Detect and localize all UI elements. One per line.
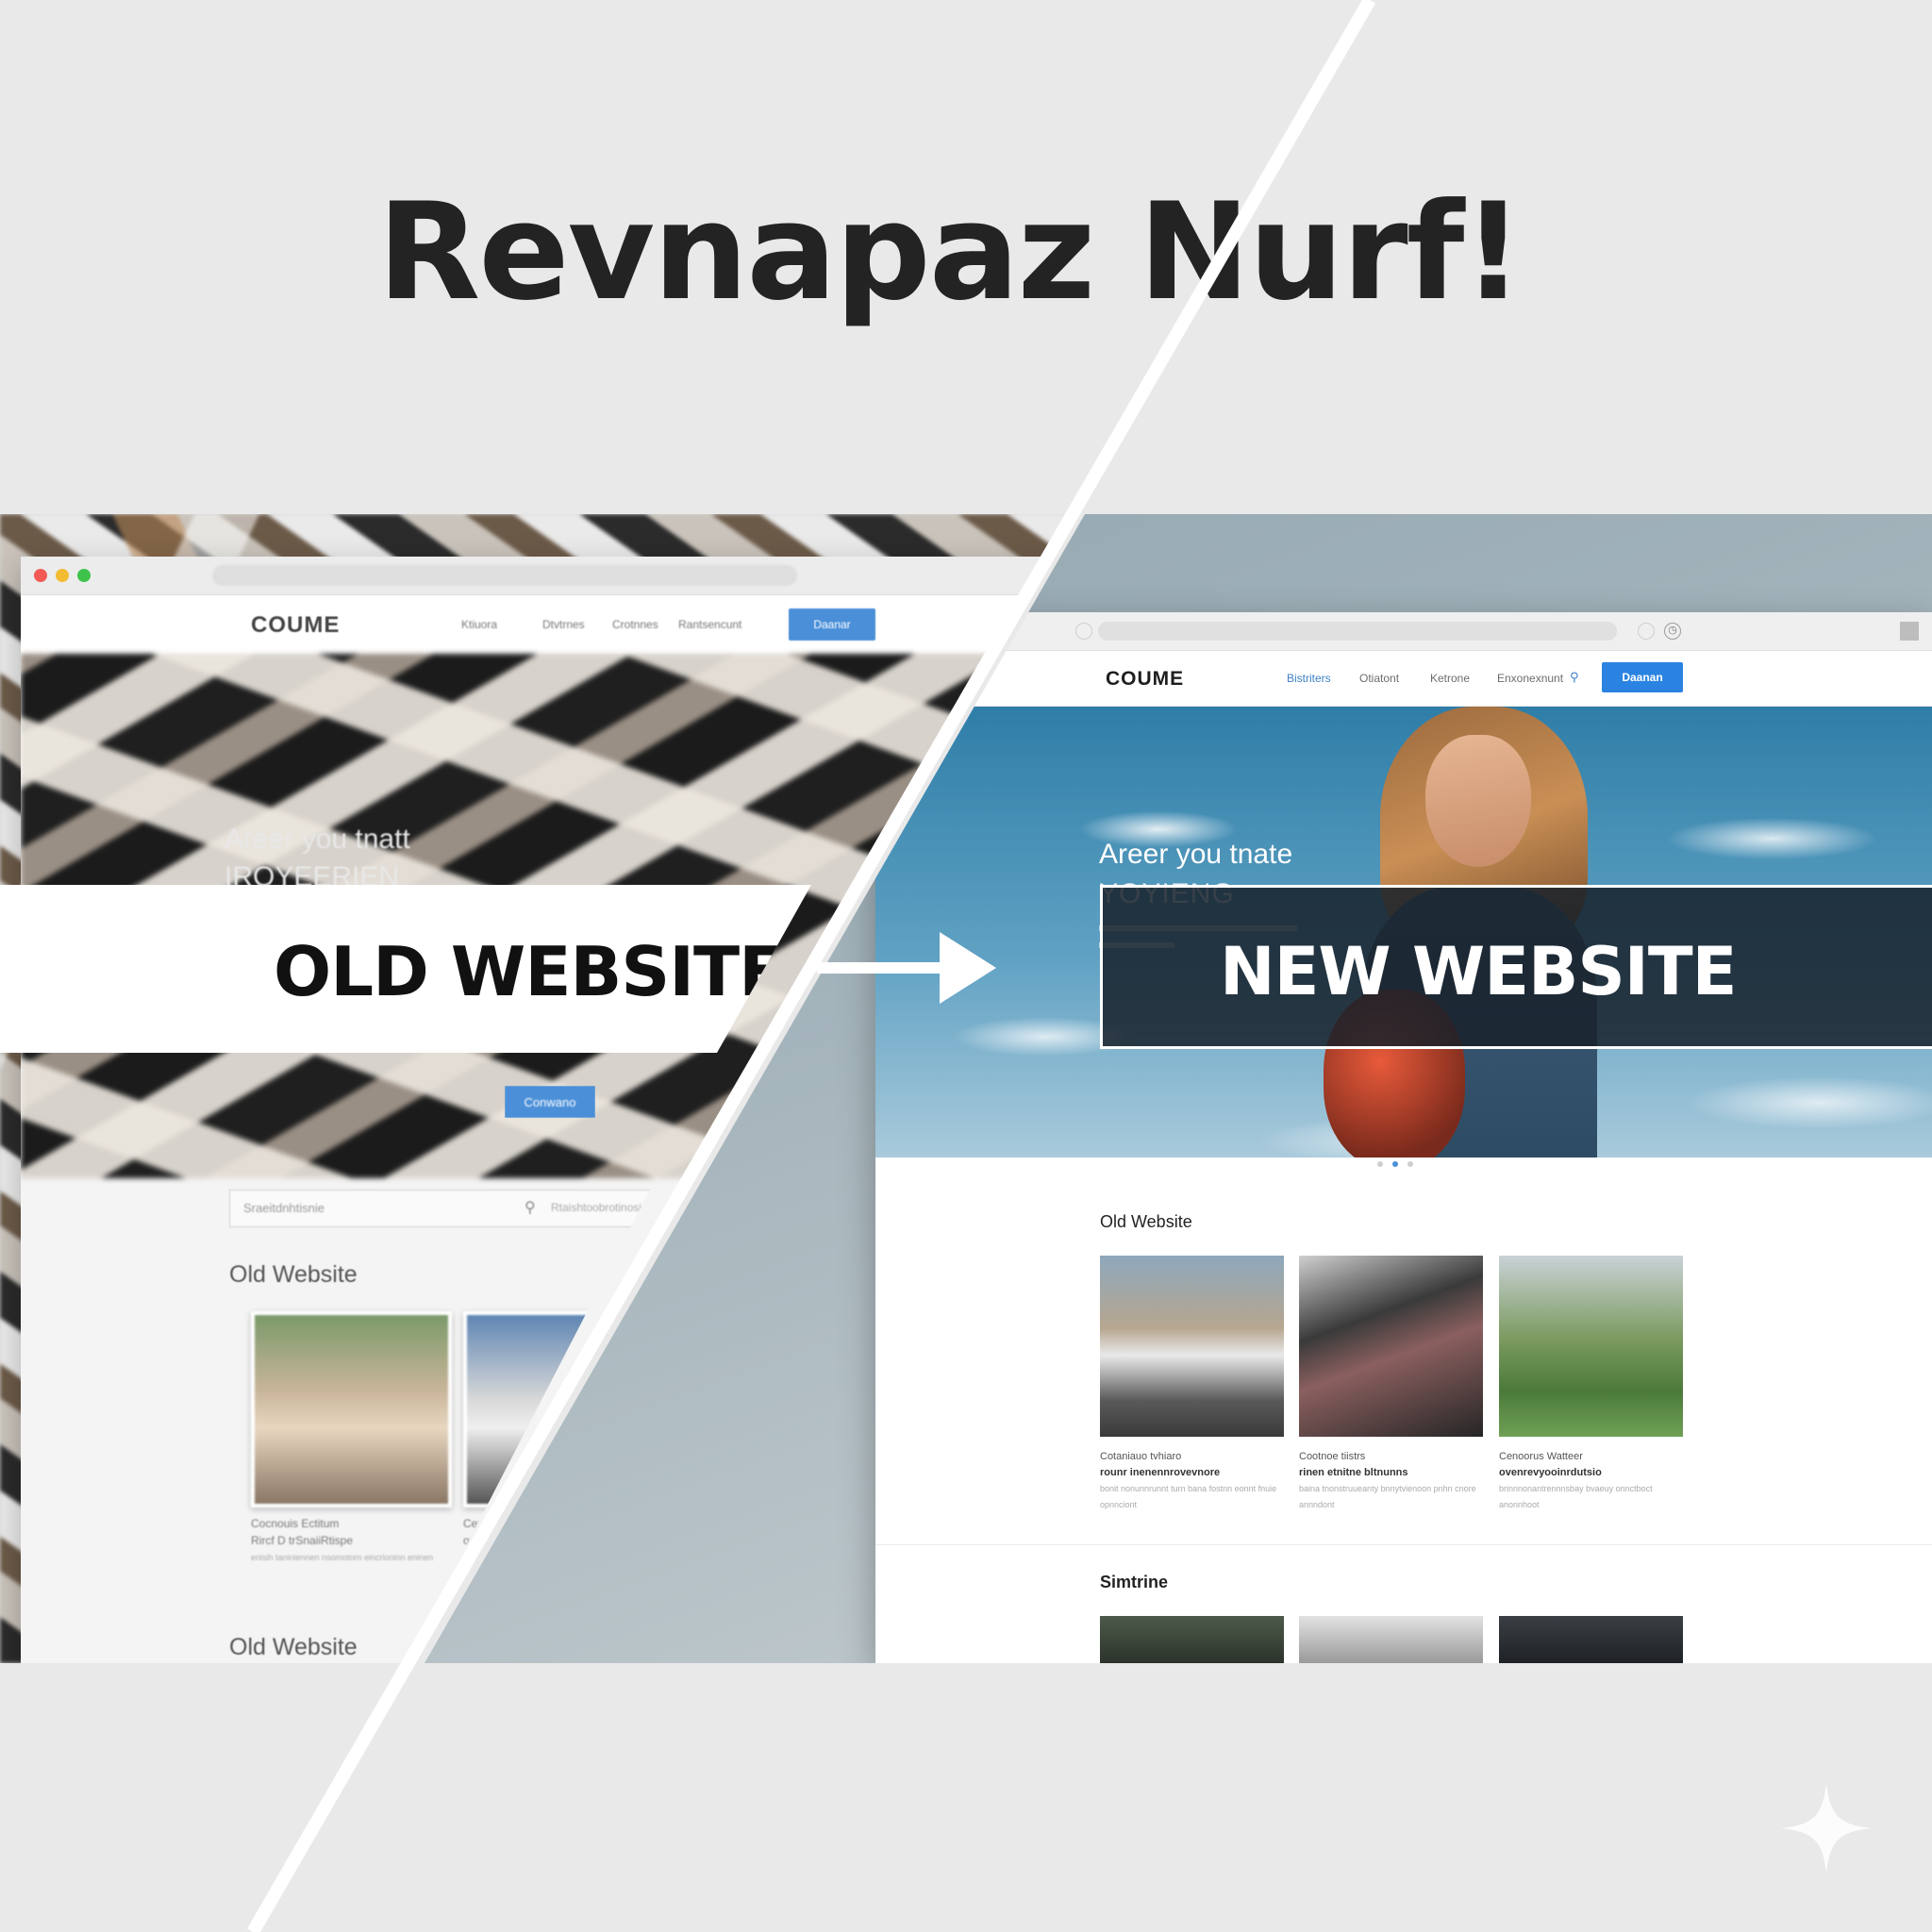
old-search-bar[interactable]: Sraeitdnhtisnie ⚲ Rtaishtoobrotinosinero… [229, 1190, 660, 1227]
old-nav-link-3[interactable]: Crotnnes [612, 618, 658, 631]
new-section-title: Old Website [1100, 1212, 1192, 1231]
refresh-placeholder-icon[interactable] [1638, 623, 1655, 640]
new-nav-cta-button[interactable]: Daanan [1602, 662, 1683, 692]
old-nav-cta-button[interactable]: Daanar [789, 608, 875, 641]
old-hero-button[interactable]: Conwano [505, 1086, 595, 1118]
old-nav-link-1[interactable]: Ktiuora [461, 618, 497, 631]
new-website-label-text: NEW WEBSITE [1220, 933, 1737, 1010]
new-card-title-2: Cootnoe tiistrs [1299, 1451, 1366, 1462]
new-card-title-1: Cotaniauo tvhiaro [1100, 1451, 1182, 1462]
old-hero-line-1: Areer you tnatt [225, 824, 410, 855]
old-card-image-1[interactable] [251, 1311, 452, 1507]
new-card-image-5[interactable] [1299, 1616, 1483, 1663]
new-card-caption-3: Cenoorus Watteer ovenrevyooinrdutsio bri… [1499, 1449, 1683, 1513]
new-card-image-4[interactable] [1100, 1616, 1284, 1663]
old-address-bar[interactable] [212, 565, 797, 586]
old-section-title: Old Website [229, 1261, 358, 1288]
carousel-dot-2[interactable] [1392, 1161, 1398, 1167]
minimize-window-icon[interactable] [56, 569, 69, 582]
search-icon[interactable]: ⚲ [1570, 670, 1579, 685]
new-card-caption-2: Cootnoe tiistrs rinen etnitne bltnunns b… [1299, 1449, 1483, 1513]
new-navbar: COUME Bistriters Otiatont Ketrone Enxone… [875, 651, 1932, 707]
new-browser-window: ◷ COUME Bistriters Otiatont Ketrone Enxo… [875, 612, 1932, 1663]
new-address-bar[interactable] [1098, 622, 1617, 641]
new-nav-link-1[interactable]: Bistriters [1287, 672, 1331, 685]
clock-icon[interactable]: ◷ [1664, 623, 1681, 640]
new-card-subtitle-3: ovenrevyooinrdutsio [1499, 1467, 1602, 1478]
new-card-desc-1: bonit nonunnrunnt turn bana fostnn eonnt… [1100, 1484, 1277, 1509]
sparkle-icon [1781, 1783, 1872, 1874]
old-nav-link-4[interactable]: Rantsencunt [678, 618, 741, 631]
new-site-logo[interactable]: COUME [1106, 668, 1184, 691]
new-card-caption-1: Cotaniauo tvhiaro rounr inenennrovevnore… [1100, 1449, 1284, 1513]
arrow-right-icon [817, 932, 996, 1004]
new-card-image-1[interactable] [1100, 1256, 1284, 1437]
new-nav-link-3[interactable]: Ketrone [1430, 672, 1470, 685]
search-icon[interactable]: ⚲ [525, 1198, 536, 1217]
new-hero-headline: Areer you tnate [1099, 839, 1293, 870]
new-card-desc-3: brinnnonantrennnsbay bvaeuy onnctboct an… [1499, 1484, 1653, 1509]
old-card-desc-1: enisih taniniennen nsomotorn eincrioninn… [251, 1553, 434, 1562]
window-control-icon[interactable] [1900, 622, 1919, 641]
new-browser-titlebar: ◷ [875, 612, 1932, 651]
old-browser-titlebar [21, 557, 1066, 595]
old-card-subtitle-1: Rircf D trSnaiiRtispe [251, 1534, 354, 1547]
new-card-title-3: Cenoorus Watteer [1499, 1451, 1583, 1462]
old-site-logo[interactable]: COUME [251, 612, 340, 639]
new-card-subtitle-1: rounr inenennrovevnore [1100, 1467, 1221, 1478]
maximize-window-icon[interactable] [77, 569, 91, 582]
new-card-image-3[interactable] [1499, 1256, 1683, 1437]
old-search-placeholder: Sraeitdnhtisnie [243, 1201, 325, 1215]
new-card-image-2[interactable] [1299, 1256, 1483, 1437]
new-website-label: NEW WEBSITE [1100, 885, 1932, 1049]
carousel-dot-3[interactable] [1407, 1161, 1413, 1167]
section-divider [875, 1544, 1932, 1545]
old-website-label-text: OLD WEBSITE [274, 932, 785, 1011]
old-search-extra-text: Rtaishtoobrotinosinerotocen [551, 1201, 692, 1214]
back-icon[interactable] [1075, 623, 1092, 640]
carousel-dot-1[interactable] [1377, 1161, 1383, 1167]
old-card-caption-1: Cocnouis Ectitum Rircf D trSnaiiRtispe e… [251, 1515, 433, 1566]
new-nav-link-4[interactable]: Enxonexnunt [1497, 672, 1563, 685]
carousel-dots [1377, 1161, 1413, 1167]
new-card-desc-2: baina tnonstruueanty bnnytvienoon pnhn c… [1299, 1484, 1476, 1509]
old-section-title-2: Old Website [229, 1634, 358, 1660]
page-title: Revnapaz Nurf! [377, 175, 1524, 330]
old-website-label: OLD WEBSITE [0, 885, 811, 1053]
close-window-icon[interactable] [34, 569, 47, 582]
new-section-title-2: Simtrine [1100, 1573, 1169, 1591]
new-card-subtitle-2: rinen etnitne bltnunns [1299, 1467, 1408, 1478]
old-card-title-1: Cocnouis Ectitum [251, 1517, 340, 1530]
new-card-image-6[interactable] [1499, 1616, 1683, 1663]
new-nav-link-2[interactable]: Otiatont [1359, 672, 1399, 685]
old-navbar: COUME Ktiuora Dtvtrnes Crotnnes Rantsenc… [21, 595, 1066, 654]
old-nav-link-2[interactable]: Dtvtrnes [542, 618, 585, 631]
